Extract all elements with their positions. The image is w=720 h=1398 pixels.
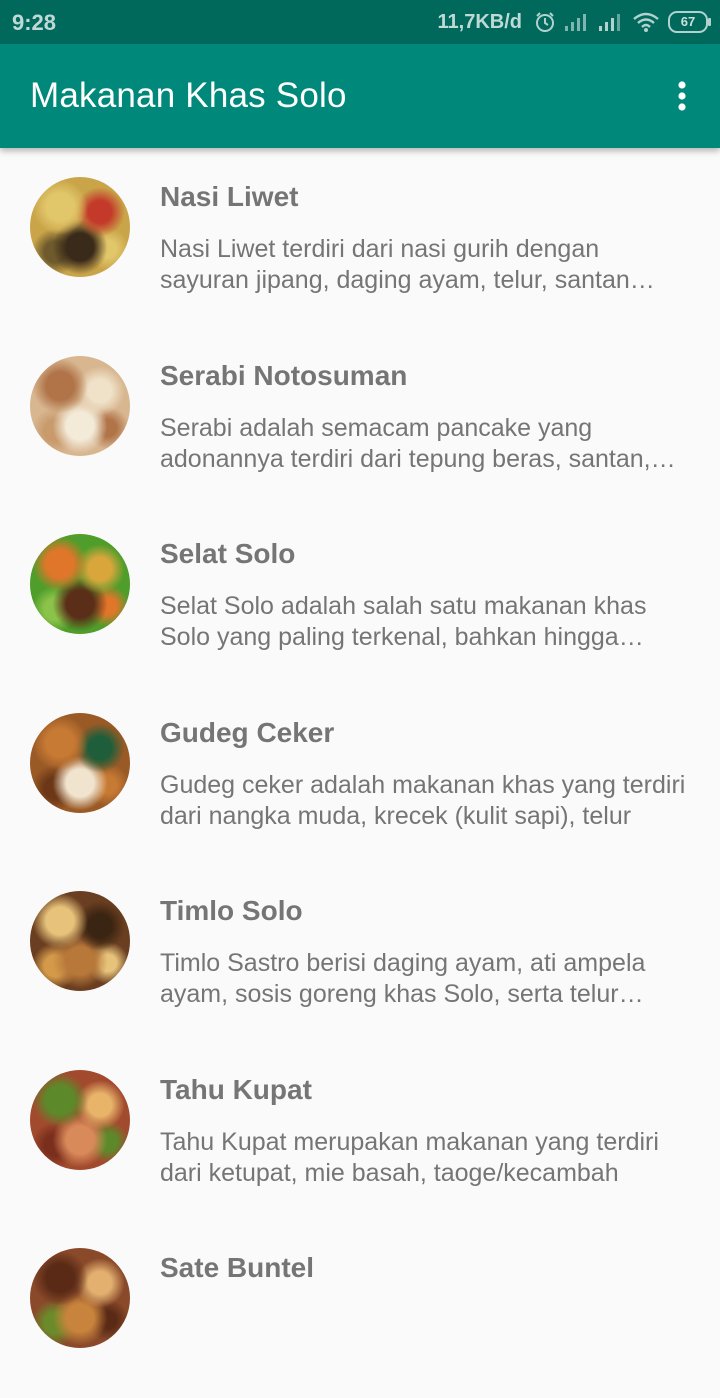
list-item[interactable]: Gudeg Ceker Gudeg ceker adalah makanan k…	[0, 684, 720, 863]
food-name: Gudeg Ceker	[160, 716, 335, 748]
list-item[interactable]: Selat Solo Selat Solo adalah salah satu …	[0, 505, 720, 684]
more-vert-icon[interactable]	[666, 78, 698, 114]
list-item[interactable]: Sate Buntel	[0, 1219, 720, 1398]
list-item[interactable]: Nasi Liwet Nasi Liwet terdiri dari nasi …	[0, 148, 720, 327]
battery-icon: 67	[668, 11, 711, 33]
food-thumbnail	[30, 177, 130, 277]
food-description: Tahu Kupat merupakan makanan yang terdir…	[160, 1127, 659, 1187]
food-thumbnail	[30, 1069, 130, 1170]
network-speed: 11,7KB/d	[437, 10, 522, 33]
food-thumbnail	[30, 355, 130, 456]
food-thumbnail	[30, 1248, 130, 1348]
food-list: Nasi Liwet Nasi Liwet terdiri dari nasi …	[0, 148, 720, 1398]
food-name: Nasi Liwet	[160, 181, 299, 212]
list-item[interactable]: Serabi Notosuman Serabi adalah semacam p…	[0, 327, 720, 506]
list-item[interactable]: Tahu Kupat Tahu Kupat merupakan makanan …	[0, 1041, 720, 1220]
food-description: Timlo Sastro berisi daging ayam, ati amp…	[160, 949, 646, 1008]
app-title: Makanan Khas Solo	[30, 76, 347, 115]
food-thumbnail	[30, 534, 130, 634]
signal-icon	[599, 14, 620, 31]
wifi-icon	[633, 12, 659, 32]
status-icons: 11,7KB/d 67	[437, 9, 711, 35]
food-name: Sate Buntel	[160, 1252, 315, 1283]
list-item[interactable]: Timlo Solo Timlo Sastro berisi daging ay…	[0, 862, 720, 1041]
food-name: Tahu Kupat	[160, 1073, 312, 1105]
status-time: 9:28	[12, 10, 57, 35]
food-name: Timlo Solo	[160, 895, 303, 926]
app-bar: Makanan Khas Solo	[0, 44, 720, 148]
food-description: Gudeg ceker adalah makanan khas yang ter…	[160, 770, 686, 830]
status-bar: 9:28 11,7KB/d 67	[0, 0, 720, 44]
food-name: Serabi Notosuman	[160, 359, 408, 391]
food-name: Selat Solo	[160, 538, 296, 569]
signal-icon	[565, 14, 586, 31]
food-description: Selat Solo adalah salah satu makanan kha…	[160, 592, 647, 651]
food-thumbnail	[30, 712, 130, 813]
alarm-icon	[536, 12, 554, 32]
food-thumbnail	[30, 891, 130, 991]
food-description: Nasi Liwet terdiri dari nasi gurih denga…	[160, 235, 630, 294]
food-description: Serabi adalah semacam pancake yang adona…	[160, 413, 651, 473]
